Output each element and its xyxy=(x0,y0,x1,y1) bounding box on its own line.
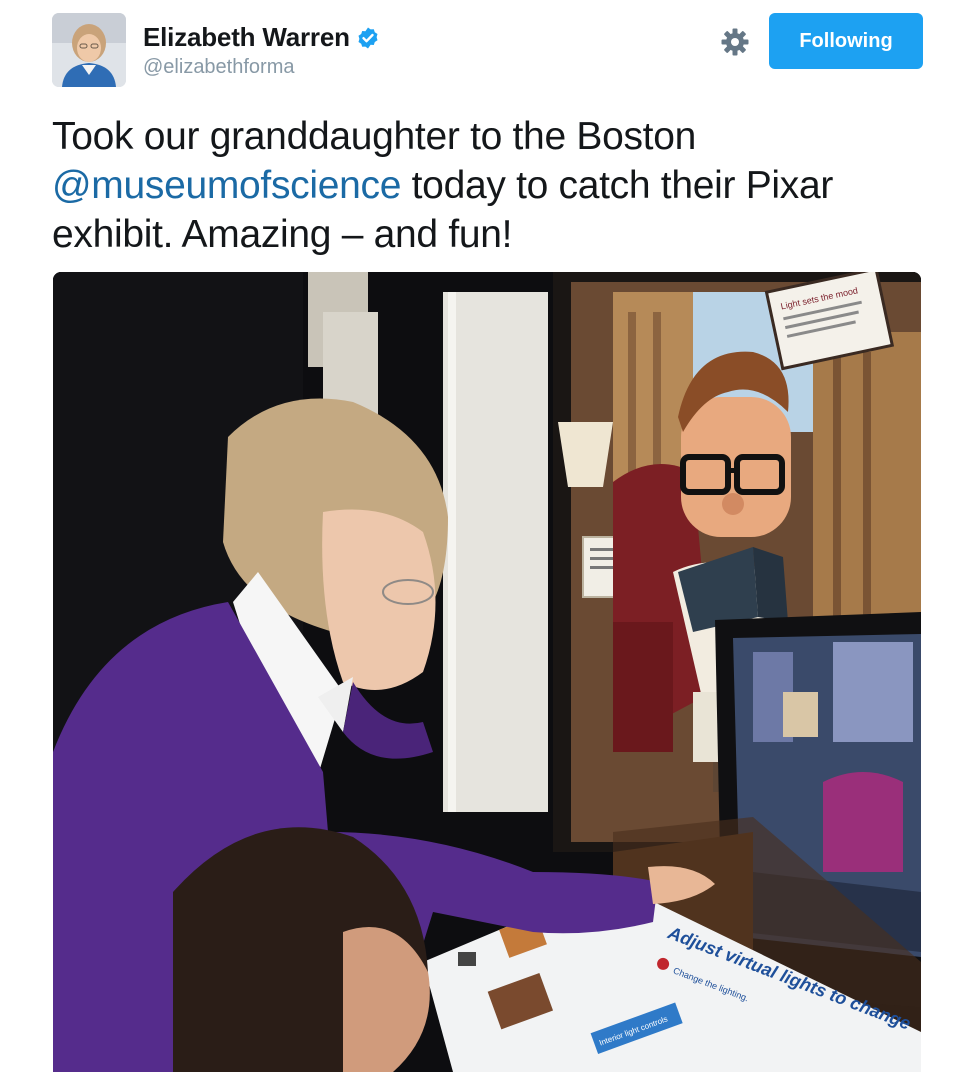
avatar-image xyxy=(52,13,126,87)
gear-icon[interactable] xyxy=(719,26,751,58)
tweet-text: Took our granddaughter to the Boston @mu… xyxy=(52,112,932,259)
photo-illustration: Light sets the mood Adjust virtual light… xyxy=(53,272,921,1072)
verified-badge-icon xyxy=(358,27,378,48)
following-button[interactable]: Following xyxy=(769,13,923,69)
mention-link[interactable]: @museumofscience xyxy=(52,164,401,207)
handle[interactable]: @elizabethforma xyxy=(143,56,294,79)
display-name[interactable]: Elizabeth Warren xyxy=(143,22,350,53)
tweet-text-line1: Took our granddaughter to the Boston xyxy=(52,115,696,158)
avatar[interactable] xyxy=(52,13,126,87)
tweet-photo[interactable]: Light sets the mood Adjust virtual light… xyxy=(53,272,921,1072)
author-name-row: Elizabeth Warren xyxy=(143,22,380,53)
